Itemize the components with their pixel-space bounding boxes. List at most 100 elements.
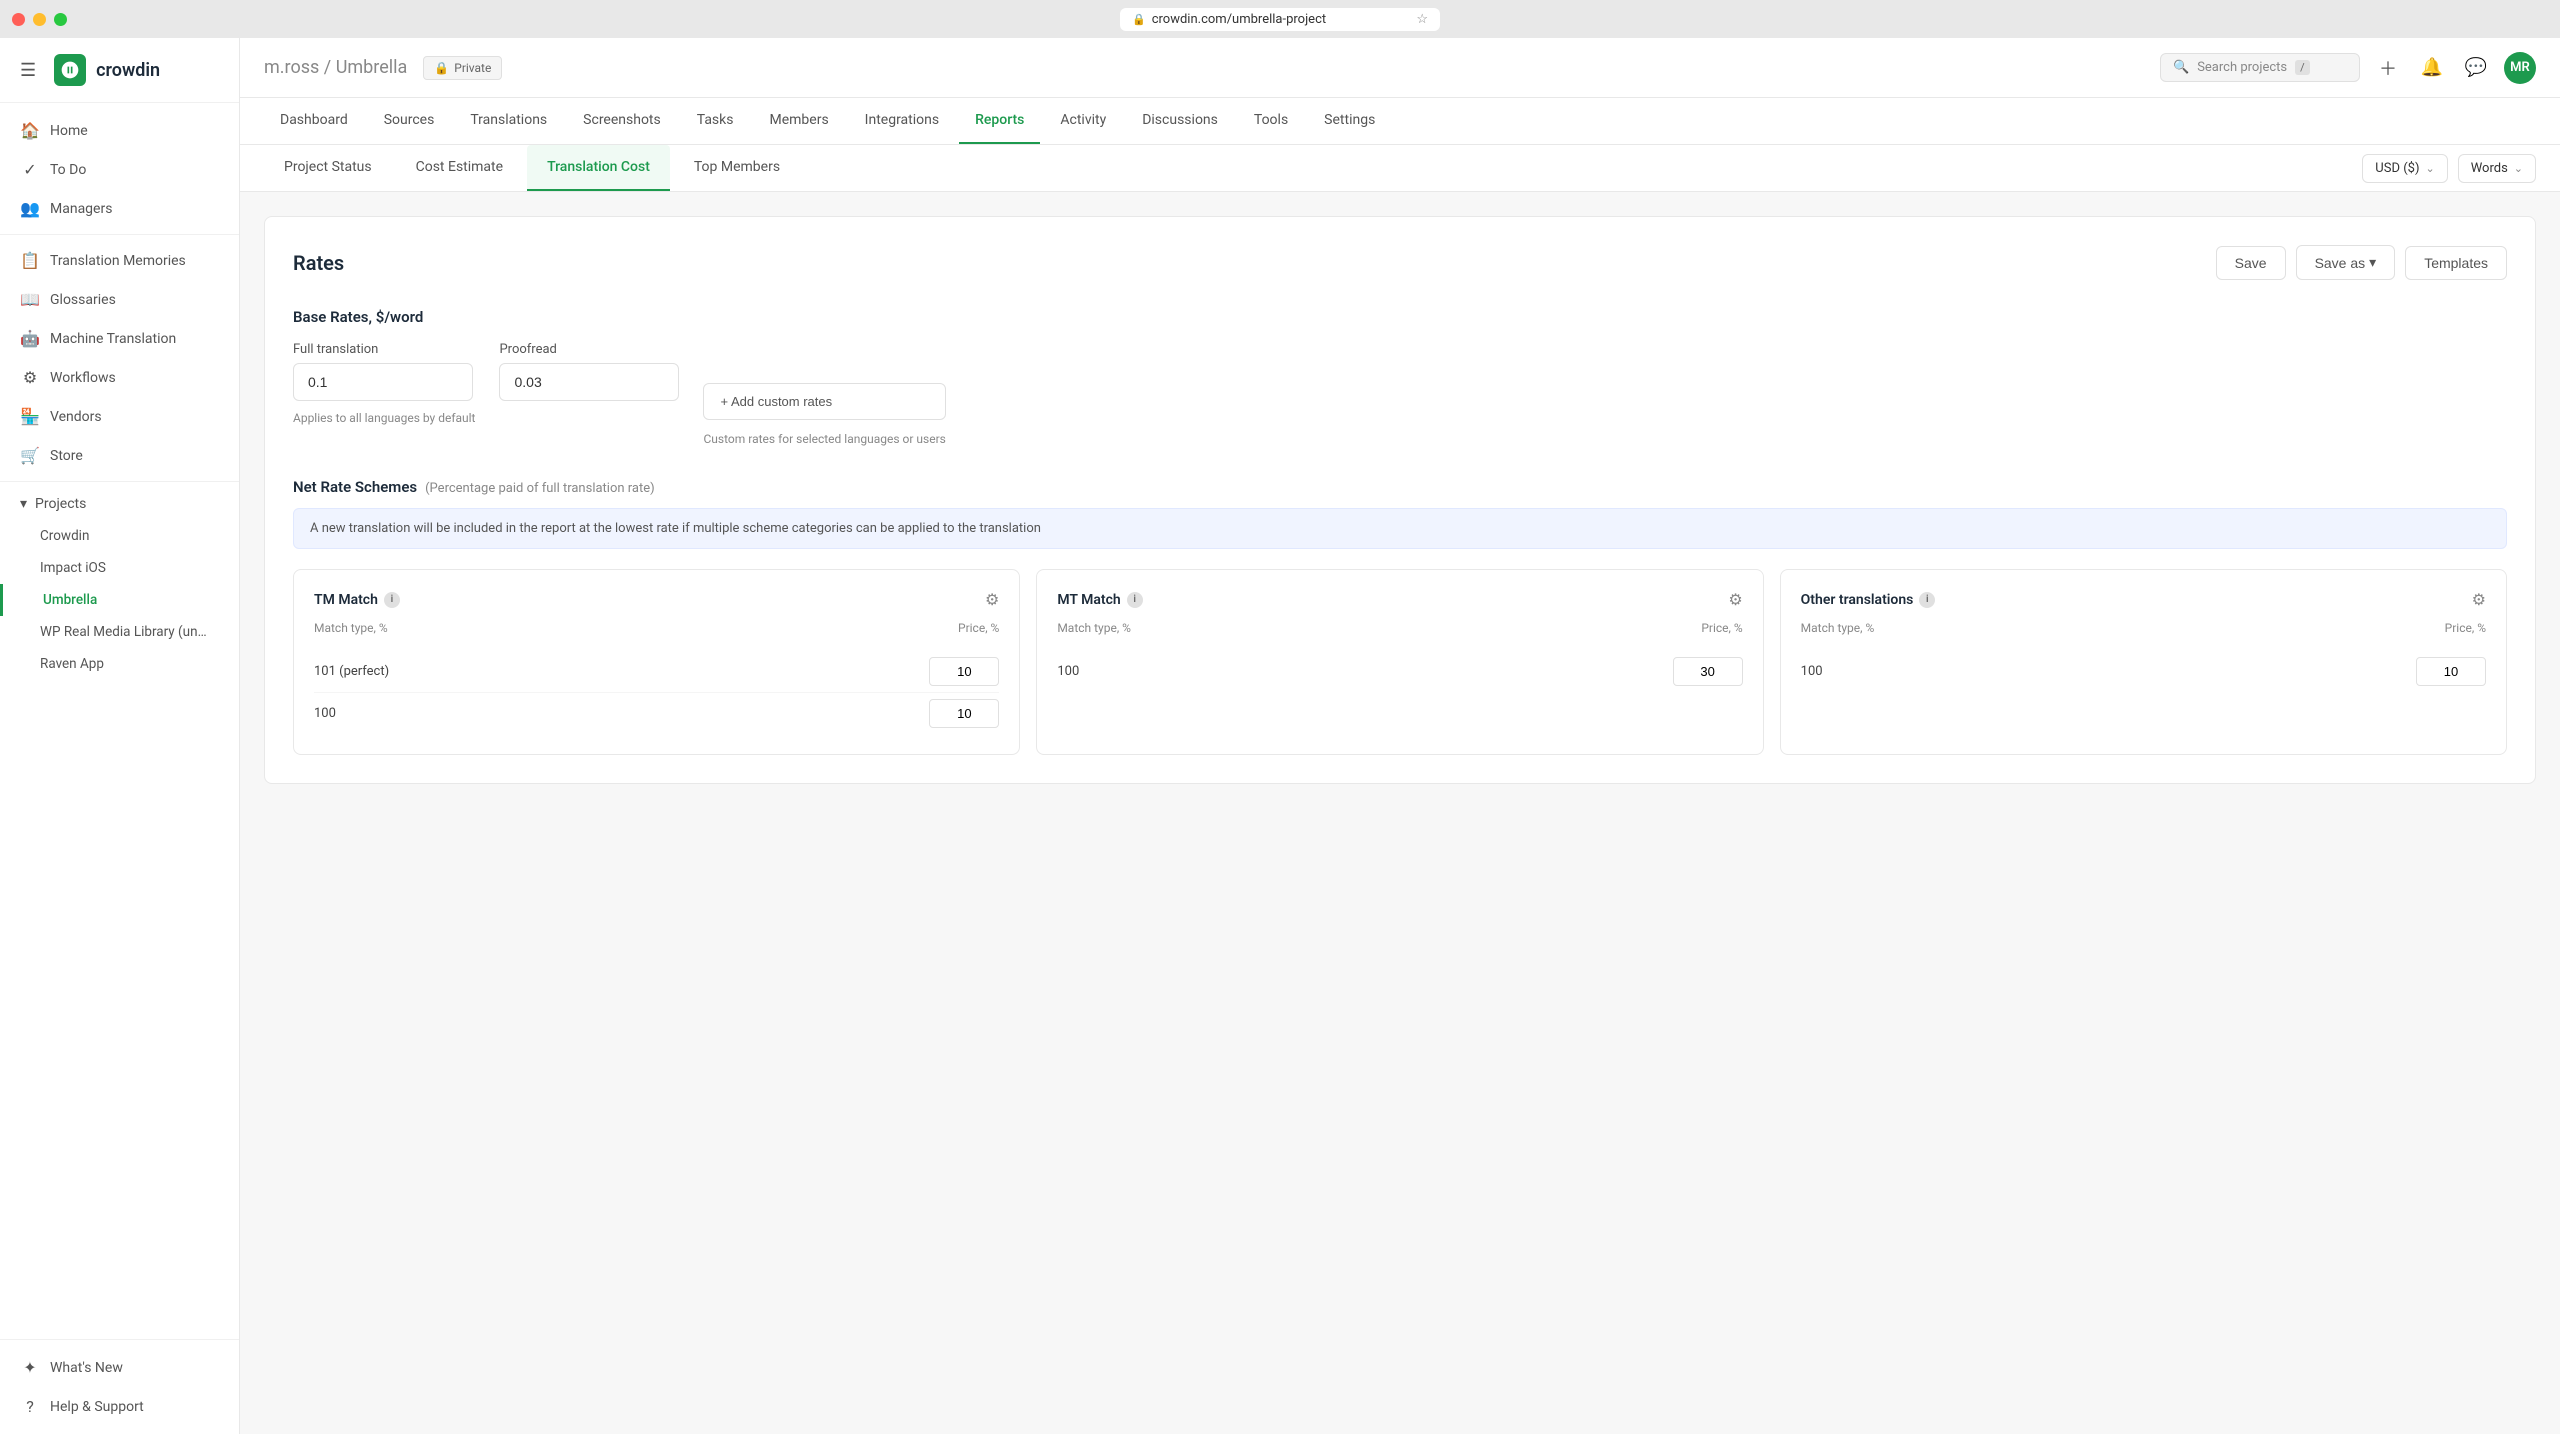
subnav-item-tasks[interactable]: Tasks [681,98,750,144]
tab-translation-cost[interactable]: Translation Cost [527,145,670,191]
tm-match-info-icon[interactable]: i [384,592,400,608]
sidebar-item-label: Managers [50,201,112,217]
save-as-button[interactable]: Save as ▾ [2296,245,2396,280]
hamburger-button[interactable]: ☰ [20,60,36,81]
other-price-input-0[interactable] [2416,657,2486,686]
base-rates-grid: Full translation Applies to all language… [293,342,2507,446]
tm-price-input-0[interactable] [929,657,999,686]
sidebar-item-workflows[interactable]: ⚙ Workflows [0,358,239,397]
mt-match-card: MT Match i ⚙ Match type, % Price, % 100 [1036,569,1763,755]
sidebar-item-wp-real[interactable]: WP Real Media Library (un… [0,616,239,648]
net-rate-subtitle: (Percentage paid of full translation rat… [425,481,655,496]
mt-price-input-0[interactable] [1673,657,1743,686]
subnav-item-members[interactable]: Members [753,98,844,144]
maximize-button[interactable] [54,13,67,26]
sidebar-item-help[interactable]: ? Help & Support [0,1387,239,1426]
projects-header[interactable]: ▾ Projects [0,488,239,520]
words-select[interactable]: Words ⌄ [2458,154,2536,183]
sidebar-item-label: Workflows [50,370,116,386]
sidebar-item-glossaries[interactable]: 📖 Glossaries [0,280,239,319]
sidebar-item-todo[interactable]: ✓ To Do [0,150,239,189]
sidebar-item-managers[interactable]: 👥 Managers [0,189,239,228]
save-as-caret-icon: ▾ [2369,254,2376,271]
base-rates-title: Base Rates, $/word [293,308,2507,326]
subnav-item-activity[interactable]: Activity [1044,98,1122,144]
bookmark-icon[interactable]: ☆ [1416,12,1428,27]
table-row: 101 (perfect) [314,651,999,693]
sidebar-item-label: What's New [50,1360,123,1376]
rates-actions: Save Save as ▾ Templates [2216,245,2507,280]
sidebar-item-label: Store [50,448,83,464]
sidebar-header: ☰ crowdin [0,38,239,103]
close-button[interactable] [12,13,25,26]
templates-button[interactable]: Templates [2405,246,2507,280]
sidebar-item-impact-ios[interactable]: Impact iOS [0,552,239,584]
proofread-field: Proofread [499,342,679,401]
app-logo [54,54,86,86]
breadcrumb-project: Umbrella [336,57,408,78]
minimize-button[interactable] [33,13,46,26]
currency-label: USD ($) [2375,161,2419,176]
sidebar-item-vendors[interactable]: 🏪 Vendors [0,397,239,436]
sidebar-item-home[interactable]: 🏠 Home [0,111,239,150]
subnav-item-sources[interactable]: Sources [368,98,451,144]
other-translations-card: Other translations i ⚙ Match type, % Pri… [1780,569,2507,755]
other-translations-settings-icon[interactable]: ⚙ [2472,590,2486,609]
sidebar-item-label: Translation Memories [50,253,186,269]
subnav-item-dashboard[interactable]: Dashboard [264,98,364,144]
add-custom-rates-button[interactable]: + Add custom rates [703,383,945,420]
sidebar-bottom: ✦ What's New ? Help & Support [0,1339,239,1434]
mt-match-settings-icon[interactable]: ⚙ [1728,590,1742,609]
subnav-item-translations[interactable]: Translations [454,98,563,144]
workflows-icon: ⚙ [20,368,40,387]
search-box[interactable]: 🔍 Search projects / [2160,53,2360,82]
subnav-item-integrations[interactable]: Integrations [849,98,955,144]
chevron-down-icon: ▾ [20,496,27,512]
sidebar-item-raven-app[interactable]: Raven App [0,648,239,680]
subnav-item-discussions[interactable]: Discussions [1126,98,1234,144]
tab-top-members[interactable]: Top Members [674,145,800,191]
other-translations-cols: Match type, % Price, % [1801,621,2486,641]
search-kbd: / [2295,60,2310,75]
sidebar-item-whats-new[interactable]: ✦ What's New [0,1348,239,1387]
messages-icon[interactable]: 💬 [2460,52,2492,84]
project-label: Crowdin [40,528,89,544]
rates-title: Rates [293,251,344,275]
sidebar-item-crowdin[interactable]: Crowdin [0,520,239,552]
tm-match-settings-icon[interactable]: ⚙ [985,590,999,609]
avatar[interactable]: MR [2504,52,2536,84]
tab-cost-estimate[interactable]: Cost Estimate [396,145,523,191]
table-row: 100 [1057,651,1742,692]
project-label: Impact iOS [40,560,106,576]
tm-match-header: TM Match i ⚙ [314,590,999,609]
mt-match-info-icon[interactable]: i [1127,592,1143,608]
sidebar-item-machine-translation[interactable]: 🤖 Machine Translation [0,319,239,358]
address-bar[interactable]: 🔒 crowdin.com/umbrella-project ☆ [1120,8,1440,31]
subnav-item-reports[interactable]: Reports [959,98,1040,144]
titlebar: 🔒 crowdin.com/umbrella-project ☆ [0,0,2560,38]
currency-select[interactable]: USD ($) ⌄ [2362,154,2447,183]
subnav-item-tools[interactable]: Tools [1238,98,1304,144]
words-caret: ⌄ [2514,162,2523,175]
brand-name: crowdin [96,60,160,81]
words-label: Words [2471,161,2508,176]
subnav-item-screenshots[interactable]: Screenshots [567,98,677,144]
sidebar-item-translation-memories[interactable]: 📋 Translation Memories [0,241,239,280]
applies-hint: Applies to all languages by default [293,411,475,425]
subnav-item-settings[interactable]: Settings [1308,98,1391,144]
add-button[interactable]: ＋ [2372,52,2404,84]
content-tabs: Project Status Cost Estimate Translation… [240,145,2560,192]
full-translation-input[interactable] [293,363,473,401]
proofread-input[interactable] [499,363,679,401]
other-translations-info-icon[interactable]: i [1919,592,1935,608]
tab-project-status[interactable]: Project Status [264,145,392,191]
notifications-icon[interactable]: 🔔 [2416,52,2448,84]
tm-price-input-1[interactable] [929,699,999,728]
other-translations-title: Other translations i [1801,592,1936,608]
sidebar-item-store[interactable]: 🛒 Store [0,436,239,475]
full-translation-label: Full translation [293,342,475,357]
save-button[interactable]: Save [2216,246,2286,280]
projects-label: Projects [35,496,86,512]
todo-icon: ✓ [20,160,40,179]
sidebar-item-umbrella[interactable]: Umbrella [0,584,239,616]
